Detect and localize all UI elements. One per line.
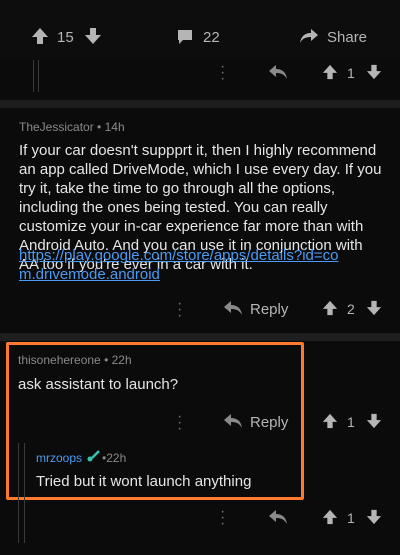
more-options-icon[interactable]: · · · — [177, 296, 182, 324]
author-name[interactable]: mrzoops — [36, 451, 82, 465]
comment: TheJessicator • 14h If your car doesn't … — [0, 108, 400, 333]
share-icon[interactable] — [299, 27, 319, 50]
downvote-icon[interactable] — [366, 509, 382, 530]
downvote-icon[interactable] — [366, 300, 382, 321]
brush-flair-icon — [86, 450, 100, 465]
downvote-icon[interactable] — [366, 413, 382, 434]
upvote-icon[interactable] — [322, 413, 338, 434]
more-options-icon[interactable]: · · · — [177, 409, 182, 437]
author-name[interactable]: TheJessicator — [19, 120, 94, 134]
comment-link[interactable]: https://play.google.com/store/apps/detai… — [19, 246, 349, 284]
comment-body: Tried but it wont launch anything — [36, 473, 252, 490]
meta-separator: • — [97, 120, 105, 134]
vote-count: 1 — [347, 510, 355, 526]
comment-meta: mrzoops • 22h — [36, 450, 126, 465]
comment-age: 22h — [106, 450, 127, 465]
comment-meta: TheJessicator • 14h — [19, 120, 125, 134]
upvote-count: 15 — [57, 29, 74, 46]
vote-count: 1 — [347, 414, 355, 430]
reply-button[interactable]: Reply — [250, 301, 288, 318]
comment-count: 22 — [203, 29, 220, 46]
thread-line — [18, 443, 19, 543]
comment-age: 22h — [111, 353, 132, 367]
more-options-icon[interactable]: · · · — [220, 504, 225, 532]
thread-line — [33, 60, 34, 92]
reply-icon[interactable] — [223, 413, 243, 434]
upvote-icon[interactable] — [322, 509, 338, 530]
comment-age: 14h — [104, 120, 125, 134]
meta-separator: • — [104, 353, 112, 367]
comment-meta: thisonehereone • 22h — [18, 353, 132, 367]
thread-line — [38, 60, 39, 92]
downvote-icon[interactable] — [84, 27, 102, 50]
upvote-icon[interactable] — [31, 27, 49, 50]
upvote-icon[interactable] — [322, 64, 338, 85]
reply-icon[interactable] — [223, 300, 243, 321]
vote-count: 2 — [347, 301, 355, 317]
post-action-bar: 15 22 Share — [0, 0, 400, 60]
reply-icon[interactable] — [268, 509, 288, 530]
comment-body: ask assistant to launch? — [18, 376, 179, 393]
comment-icon[interactable] — [176, 28, 194, 51]
more-options-icon[interactable]: · · · — [220, 59, 225, 87]
share-label[interactable]: Share — [327, 29, 367, 46]
author-name[interactable]: thisonehereone — [18, 353, 101, 367]
vote-count: 1 — [347, 65, 355, 81]
comment-divider — [0, 100, 400, 108]
downvote-icon[interactable] — [366, 64, 382, 85]
reply-icon[interactable] — [268, 64, 288, 85]
comment-divider — [0, 333, 400, 341]
upvote-icon[interactable] — [322, 300, 338, 321]
reply-button[interactable]: Reply — [250, 414, 288, 431]
thread-line — [24, 443, 25, 543]
